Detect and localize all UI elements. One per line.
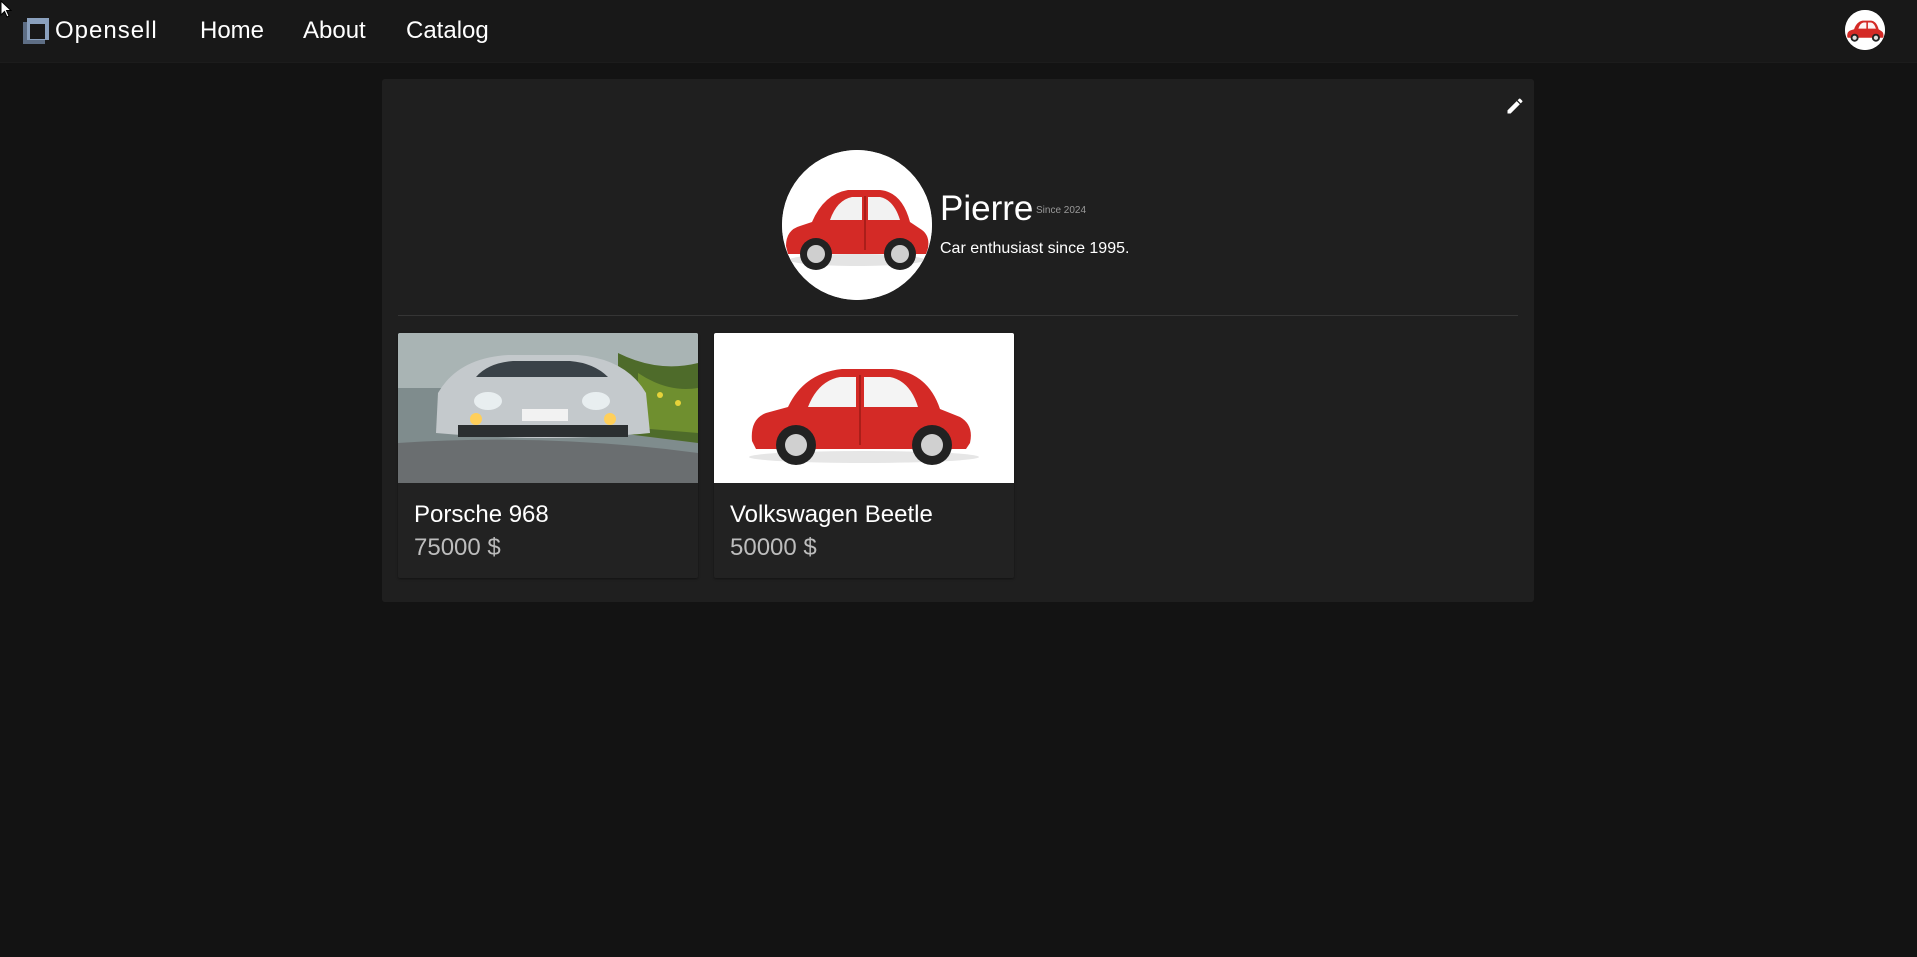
member-since-label: Since 2024 <box>1036 205 1087 216</box>
red-car-image <box>782 150 932 300</box>
edit-profile-button[interactable] <box>1500 91 1530 121</box>
opensell-logo-icon <box>23 18 49 44</box>
brand-name: Opensell <box>55 17 158 44</box>
profile-name: Pierre <box>940 189 1034 228</box>
pencil-icon <box>1507 98 1523 114</box>
mouse-cursor-icon <box>0 0 12 18</box>
listing-image <box>714 333 1014 483</box>
user-avatar-button[interactable] <box>1845 10 1885 50</box>
listing-price: 75000 $ <box>414 534 501 561</box>
nav-link-about[interactable]: About <box>303 17 366 45</box>
listing-image <box>398 333 698 483</box>
listing-price: 50000 $ <box>730 534 817 561</box>
nav-link-catalog[interactable]: Catalog <box>406 17 489 45</box>
listing-title: Volkswagen Beetle <box>730 501 933 528</box>
silver-car-photo <box>398 333 698 483</box>
profile-panel: Pierre Since 2024 Car enthusiast since 1… <box>382 79 1534 602</box>
listing-card[interactable]: Porsche 968 75000 $ <box>398 333 698 578</box>
profile-bio: Car enthusiast since 1995. <box>940 240 1130 257</box>
profile-avatar <box>782 150 932 300</box>
brand-link[interactable]: Opensell <box>23 15 158 47</box>
nav-link-home[interactable]: Home <box>200 17 264 45</box>
divider <box>398 315 1518 316</box>
listing-card[interactable]: Volkswagen Beetle 50000 $ <box>714 333 1014 578</box>
top-navbar: Opensell Home About Catalog <box>0 0 1917 63</box>
red-car-photo <box>714 333 1014 483</box>
listing-title: Porsche 968 <box>414 501 549 528</box>
red-car-icon <box>1845 10 1885 50</box>
